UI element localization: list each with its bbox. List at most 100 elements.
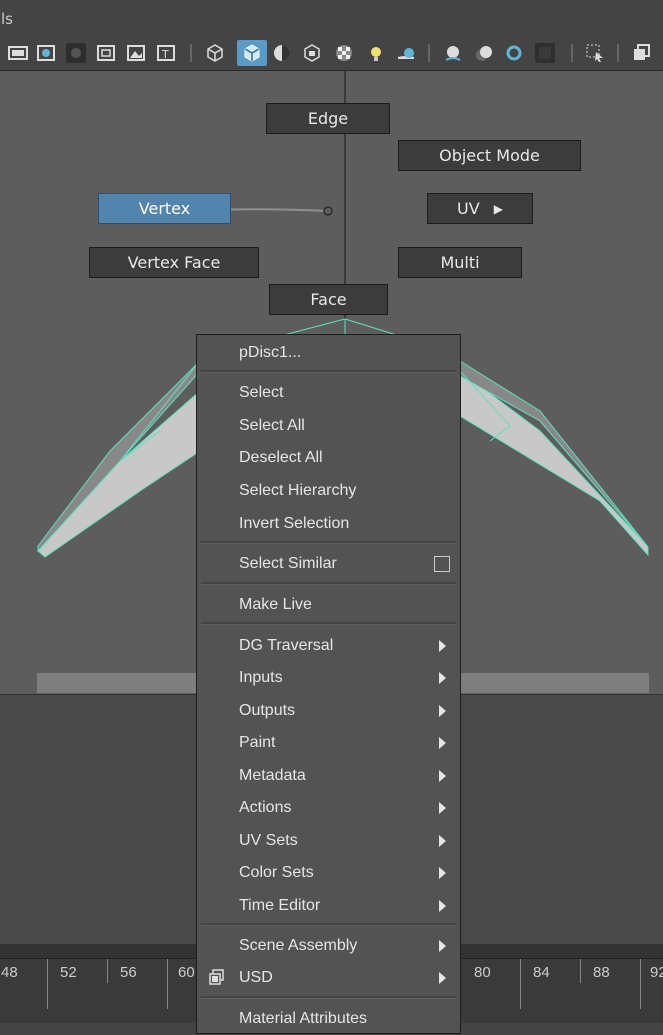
menu-item-select-hierarchy[interactable]: Select Hierarchy	[197, 477, 460, 507]
menu-item-uv-sets[interactable]: UV Sets	[197, 827, 460, 857]
menu-item-select-all[interactable]: Select All	[197, 412, 460, 442]
marking-menu-edge[interactable]: Edge	[266, 103, 390, 134]
usd-icon	[208, 969, 226, 992]
marking-menu-multi[interactable]: Multi	[398, 247, 522, 278]
menu-item-inputs[interactable]: Inputs	[197, 664, 460, 694]
menu-item-label: Material Attributes	[239, 1010, 368, 1027]
frame-label: 48	[1, 964, 18, 981]
submenu-arrow-icon	[439, 867, 446, 879]
menu-item-color-sets[interactable]: Color Sets	[197, 859, 460, 889]
menu-item-label: Scene Assembly	[239, 937, 358, 954]
submenu-arrow-icon	[439, 770, 446, 782]
menu-item-label: Deselect All	[239, 449, 323, 466]
toolbar-separator	[190, 44, 192, 62]
frame-tick	[107, 959, 108, 983]
frame-label: 88	[593, 964, 610, 981]
anti-alias-icon[interactable]	[474, 43, 494, 63]
marking-menu-multi-label: Multi	[440, 253, 480, 272]
light-bulb-icon[interactable]	[366, 43, 386, 63]
image-plane-icon[interactable]	[126, 43, 146, 63]
menu-bar-title[interactable]: ls	[1, 10, 13, 28]
frame-tick	[520, 959, 521, 1009]
xray-icon[interactable]	[585, 43, 605, 63]
menu-item-invert-selection[interactable]: Invert Selection	[197, 510, 460, 540]
frame-tick	[167, 959, 168, 1009]
frame-tick	[640, 959, 641, 1009]
panel-layout-icon[interactable]	[631, 43, 651, 63]
context-menu-header: pDisc1...	[197, 339, 460, 369]
marking-menu-vertex[interactable]: Vertex	[98, 193, 231, 224]
marking-menu-uv-label: UV	[457, 199, 480, 218]
shadow-sphere-icon[interactable]	[272, 43, 292, 63]
submenu-arrow-icon	[439, 737, 446, 749]
menu-item-select-similar[interactable]: Select Similar	[197, 550, 460, 580]
menu-bar: ls	[0, 0, 663, 39]
menu-item-label: Color Sets	[239, 864, 314, 881]
menu-separator	[201, 582, 456, 585]
menu-separator	[201, 622, 456, 625]
menu-item-label: Actions	[239, 799, 292, 816]
frame-label: 52	[60, 964, 77, 981]
toolbar-separator	[617, 44, 619, 62]
context-menu: pDisc1... Select Select All Deselect All…	[196, 334, 461, 1034]
marking-menu-object-mode-label: Object Mode	[439, 146, 540, 165]
context-menu-header-label: pDisc1...	[239, 344, 302, 361]
menu-item-label: DG Traversal	[239, 637, 334, 654]
frame-tick	[47, 959, 48, 1009]
motion-blur-icon[interactable]	[443, 43, 463, 63]
submenu-arrow-icon	[439, 640, 446, 652]
option-box-icon[interactable]	[434, 556, 450, 572]
menu-item-label: Paint	[239, 734, 276, 751]
menu-item-label: Select	[239, 384, 284, 401]
marking-menu-vertex-face-label: Vertex Face	[127, 253, 221, 272]
toolbar-separator	[571, 44, 573, 62]
marking-menu-face[interactable]: Face	[269, 284, 388, 315]
menu-item-metadata[interactable]: Metadata	[197, 762, 460, 792]
menu-item-paint[interactable]: Paint	[197, 729, 460, 759]
wireframe-cube-icon[interactable]	[205, 43, 225, 63]
frame-label: 56	[120, 964, 137, 981]
textured-cube-icon[interactable]	[302, 43, 322, 63]
menu-item-material-attributes[interactable]: Material Attributes	[197, 1005, 460, 1035]
marking-menu-edge-label: Edge	[307, 109, 349, 128]
menu-item-label: Select All	[239, 417, 305, 434]
checker-icon[interactable]	[334, 43, 354, 63]
menu-item-make-live[interactable]: Make Live	[197, 591, 460, 621]
toolbar-separator	[428, 44, 430, 62]
menu-item-label: UV Sets	[239, 832, 298, 849]
menu-item-select[interactable]: Select	[197, 379, 460, 409]
submenu-arrow-icon	[439, 705, 446, 717]
depth-of-field-icon[interactable]	[504, 43, 524, 63]
menu-item-actions[interactable]: Actions	[197, 794, 460, 824]
marking-menu-face-label: Face	[310, 290, 347, 309]
dark-square-icon[interactable]	[66, 43, 86, 63]
menu-item-time-editor[interactable]: Time Editor	[197, 892, 460, 922]
shaded-cube-icon[interactable]	[237, 40, 267, 66]
marking-menu-vertex-label: Vertex	[138, 199, 191, 218]
submenu-arrow-icon	[439, 672, 446, 684]
menu-item-label: Outputs	[239, 702, 296, 719]
svg-text:T: T	[161, 48, 169, 61]
texture-icon[interactable]: T	[156, 43, 176, 63]
menu-item-outputs[interactable]: Outputs	[197, 697, 460, 727]
menu-item-usd[interactable]: USD	[197, 964, 460, 994]
marking-menu-vertex-face[interactable]: Vertex Face	[89, 247, 259, 278]
menu-item-label: Select Similar	[239, 555, 337, 572]
film-strip-icon[interactable]	[8, 43, 28, 63]
menu-separator	[201, 541, 456, 544]
display-texture-icon[interactable]	[36, 43, 56, 63]
marking-menu-object-mode[interactable]: Object Mode	[398, 140, 581, 171]
ambient-occlusion-icon[interactable]	[396, 43, 416, 63]
menu-item-scene-assembly[interactable]: Scene Assembly	[197, 932, 460, 962]
frame-label: 60	[178, 964, 195, 981]
menu-item-deselect-all[interactable]: Deselect All	[197, 444, 460, 474]
submenu-arrow-icon	[439, 835, 446, 847]
menu-separator	[201, 370, 456, 373]
frame-label: 84	[533, 964, 550, 981]
frame-label: 92	[650, 964, 663, 981]
menu-item-label: Time Editor	[239, 897, 321, 914]
menu-item-dg-traversal[interactable]: DG Traversal	[197, 632, 460, 662]
isolate-select-icon[interactable]	[535, 43, 555, 63]
resolution-gate-icon[interactable]	[96, 43, 116, 63]
marking-menu-uv[interactable]: UV ▶	[427, 193, 533, 224]
